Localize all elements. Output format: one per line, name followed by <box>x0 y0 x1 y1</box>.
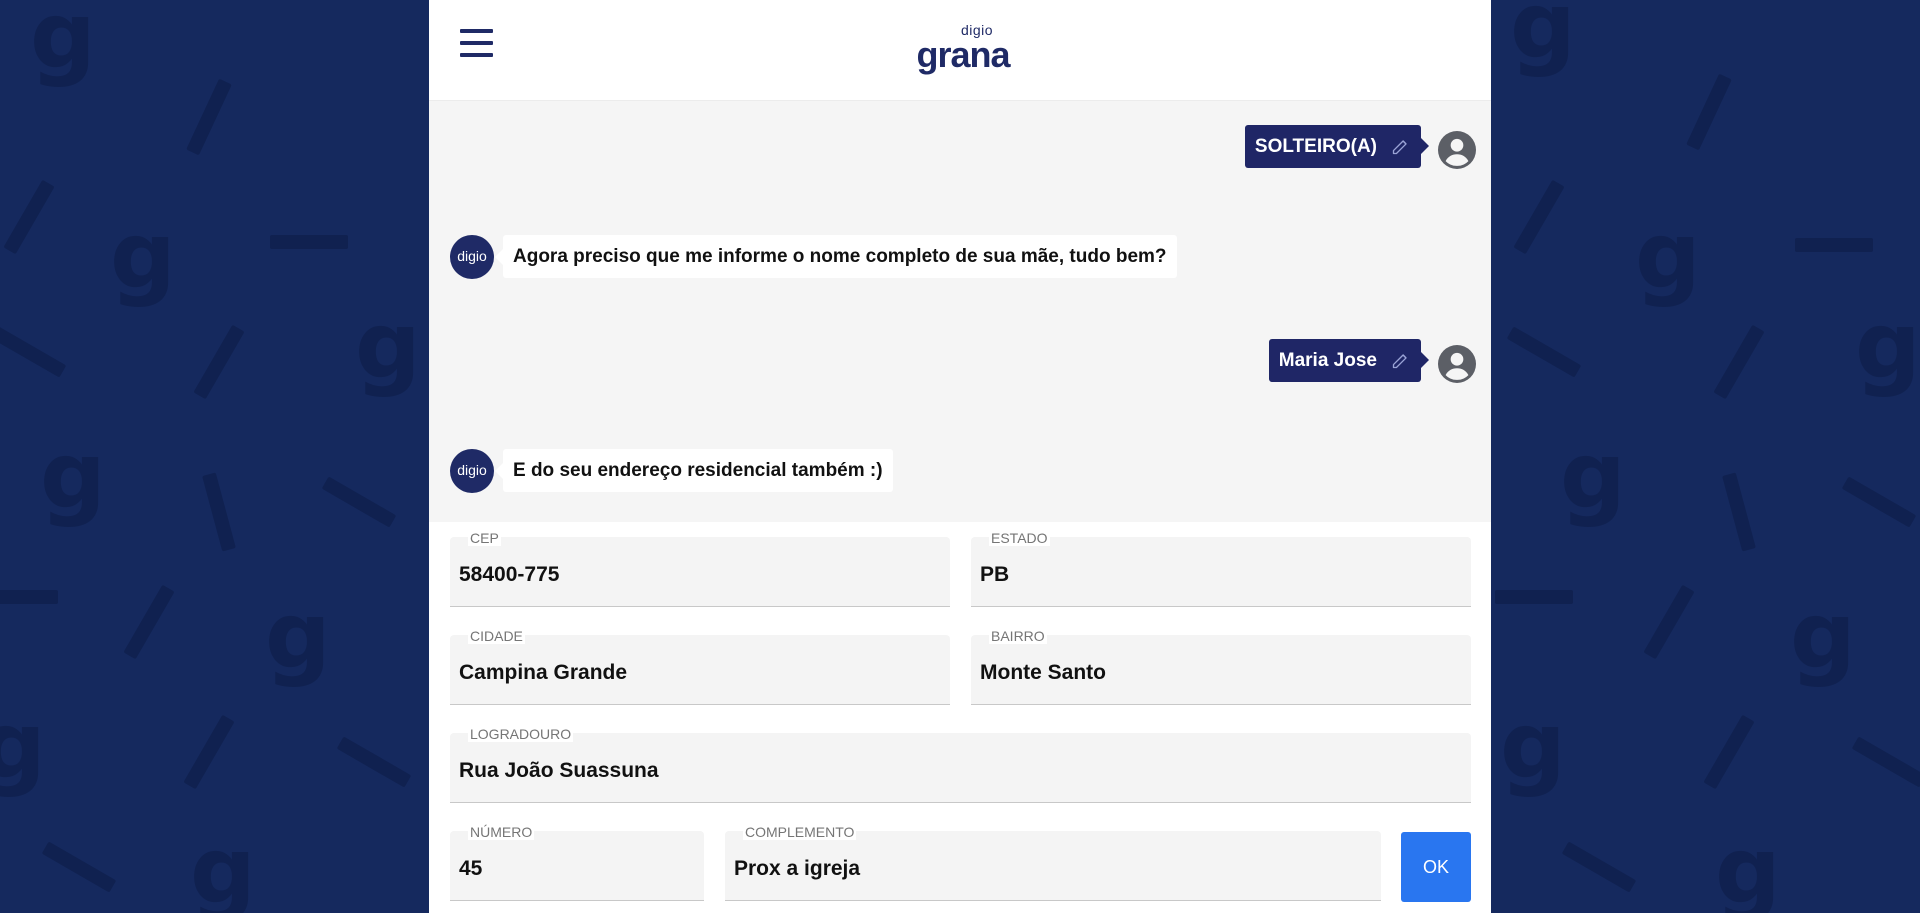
logradouro-field[interactable]: LOGRADOURO Rua João Suassuna <box>450 726 1471 803</box>
pattern-g-shape: g <box>1500 692 1566 799</box>
bairro-label: BAIRRO <box>989 628 1047 644</box>
cep-label: CEP <box>468 530 501 546</box>
cidade-value: Campina Grande <box>459 661 628 684</box>
account-circle-icon <box>1438 131 1476 169</box>
pattern-dash-shape <box>1513 179 1565 255</box>
pattern-g-shape: g <box>1560 422 1626 529</box>
bairro-value: Monte Santo <box>980 661 1106 684</box>
user-message-text: Maria Jose <box>1278 350 1377 371</box>
digio-avatar: digio <box>450 235 494 279</box>
pattern-dash-shape <box>1686 73 1732 151</box>
pattern-dash-shape <box>3 179 55 255</box>
bot-message-text: E do seu endereço residencial também :) <box>513 460 883 481</box>
cidade-label: CIDADE <box>468 628 525 644</box>
pattern-dash-shape <box>0 590 58 604</box>
bot-message-text: Agora preciso que me informe o nome comp… <box>513 246 1167 267</box>
pattern-dash-shape <box>336 736 412 788</box>
cep-field[interactable]: CEP 58400-775 <box>450 530 950 607</box>
bot-message-bubble: Agora preciso que me informe o nome comp… <box>495 235 1177 278</box>
estado-field[interactable]: ESTADO PB <box>971 530 1471 607</box>
app-logo: digio grana <box>913 22 1013 78</box>
logradouro-value: Rua João Suassuna <box>459 759 659 782</box>
user-message-text: SOLTEIRO(A) <box>1254 136 1377 157</box>
complemento-field[interactable]: COMPLEMENTO Prox a igreja <box>725 824 1381 901</box>
logradouro-label: LOGRADOURO <box>468 726 574 742</box>
pencil-icon[interactable] <box>1391 136 1411 156</box>
ok-button[interactable]: OK <box>1401 832 1471 902</box>
user-message-bubble: SOLTEIRO(A) <box>1244 125 1430 168</box>
pattern-g-shape: g <box>265 582 331 689</box>
pattern-dash-shape <box>1506 326 1582 378</box>
pattern-dash-shape <box>202 472 236 552</box>
pencil-icon[interactable] <box>1391 350 1411 370</box>
chat-panel: digio grana SOLTEIRO(A) digio Agora prec… <box>429 0 1491 913</box>
pattern-dash-shape <box>0 326 67 378</box>
bot-message-bubble: E do seu endereço residencial também :) <box>495 449 893 492</box>
pattern-g-shape: g <box>190 817 256 913</box>
pattern-g-shape: g <box>355 292 421 399</box>
pattern-dash-shape <box>1841 476 1917 528</box>
pattern-dash-shape <box>1722 472 1756 552</box>
pattern-dash-shape <box>1703 714 1755 790</box>
top-bar: digio grana <box>429 0 1491 101</box>
complemento-value: Prox a igreja <box>734 857 861 880</box>
pattern-g-shape: g <box>30 0 96 89</box>
cidade-field[interactable]: CIDADE Campina Grande <box>450 628 950 705</box>
estado-value: PB <box>980 563 1010 586</box>
estado-label: ESTADO <box>989 530 1050 546</box>
pattern-dash-shape <box>1795 238 1873 252</box>
pattern-g-shape: g <box>1635 202 1701 309</box>
pattern-g-shape: g <box>1715 817 1781 913</box>
pattern-g-shape: g <box>110 202 176 309</box>
bairro-field[interactable]: BAIRRO Monte Santo <box>971 628 1471 705</box>
hamburger-menu-icon[interactable] <box>460 29 493 59</box>
pattern-dash-shape <box>1643 584 1695 660</box>
pattern-dash-shape <box>186 78 232 156</box>
digio-avatar: digio <box>450 449 494 493</box>
pattern-g-shape: g <box>0 692 46 799</box>
numero-label: NÚMERO <box>468 824 535 840</box>
pattern-g-shape: g <box>1510 0 1576 79</box>
pattern-dash-shape <box>1561 841 1637 893</box>
pattern-dash-shape <box>183 714 235 790</box>
pattern-dash-shape <box>123 584 175 660</box>
pattern-dash-shape <box>321 476 397 528</box>
pattern-dash-shape <box>270 235 348 249</box>
user-message-bubble: Maria Jose <box>1268 339 1430 382</box>
pattern-g-shape: g <box>1790 582 1856 689</box>
address-form: CEP 58400-775 ESTADO PB CIDADE Campina G… <box>429 522 1491 913</box>
numero-value: 45 <box>459 857 483 880</box>
pattern-dash-shape <box>1851 736 1920 788</box>
pattern-g-shape: g <box>40 422 106 529</box>
pattern-g-shape: g <box>1855 292 1920 399</box>
pattern-dash-shape <box>1495 590 1573 604</box>
logo-big-text: grana <box>916 34 1010 75</box>
pattern-dash-shape <box>41 841 117 893</box>
account-circle-icon <box>1438 345 1476 383</box>
complemento-label: COMPLEMENTO <box>743 824 857 840</box>
cep-value: 58400-775 <box>459 563 560 586</box>
pattern-dash-shape <box>1713 324 1765 400</box>
numero-field[interactable]: NÚMERO 45 <box>450 824 704 901</box>
pattern-dash-shape <box>193 324 245 400</box>
